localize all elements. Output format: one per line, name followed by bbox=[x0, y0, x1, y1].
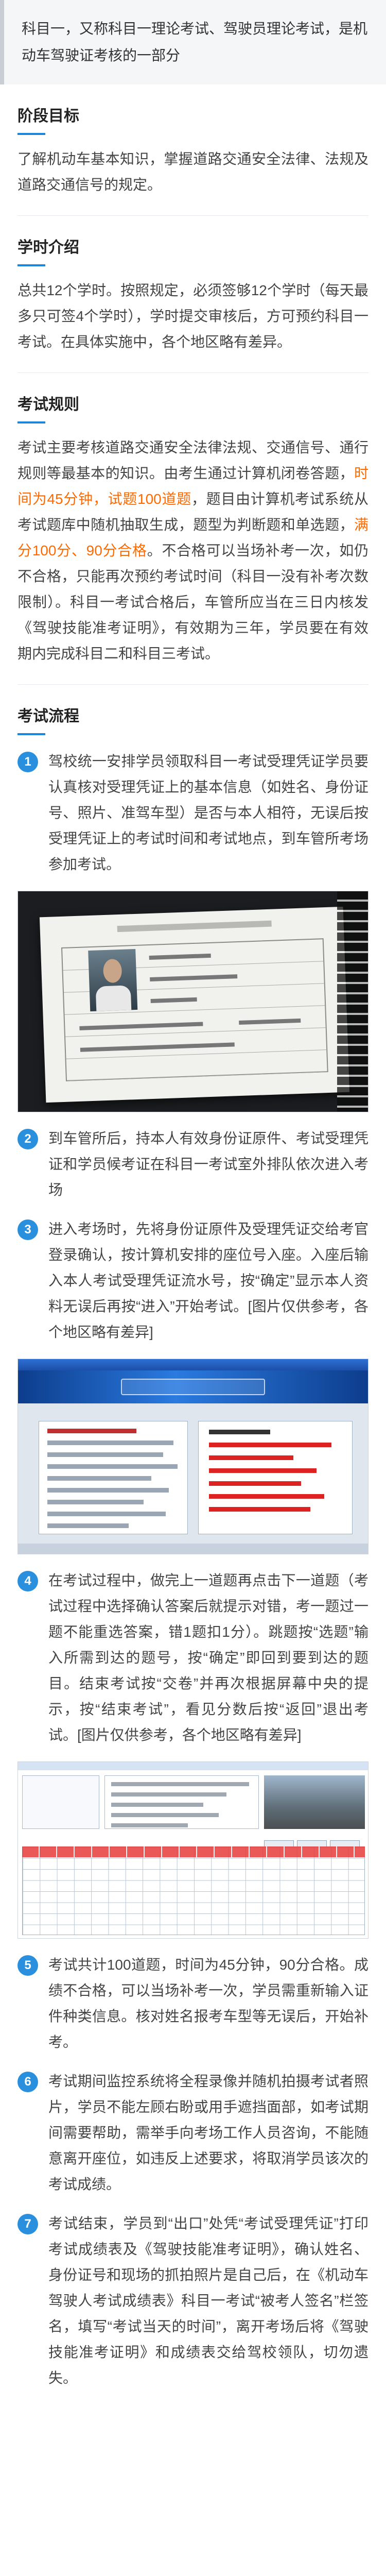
step-text: 在考试过程中，做完上一道题再点击下一道题（考试过程中选择确认答案后就提示对错，考… bbox=[48, 1572, 369, 1743]
section-title-flow: 考试流程 bbox=[17, 705, 369, 735]
examinee-info-panel bbox=[198, 1421, 353, 1534]
step-number-badge: 7 bbox=[17, 2214, 38, 2234]
step-text: 考试结束，学员到“出口”处凭“考试受理凭证”打印考试成绩表及《驾驶技能准考证明》… bbox=[48, 2215, 369, 2386]
section-text-goal: 了解机动车基本知识，掌握道路交通安全法律、法规及道路交通信号的规定。 bbox=[17, 151, 369, 193]
step-number-badge: 5 bbox=[17, 1955, 38, 1976]
applicant-photo bbox=[88, 948, 138, 1012]
section-title-hours: 学时介绍 bbox=[17, 236, 369, 266]
section-hours: 学时介绍 总共12个学时。按照规定，必须签够12个学时（每天最多只可签4个学时）… bbox=[0, 216, 386, 355]
section-goal: 阶段目标 了解机动车基本知识，掌握道路交通安全法律、法规及道路交通信号的规定。 bbox=[0, 84, 386, 198]
flow-step-5: 5 考试共计100道题，时间为45分钟，90分合格。成绩不合格，可以当场补考一次… bbox=[17, 1952, 369, 2055]
step-text: 进入考场时，先将身份证原件及受理凭证交给考官登录确认，按计算机安排的座位号入座。… bbox=[48, 1221, 369, 1340]
examinee-info-box bbox=[22, 1775, 99, 1829]
intro-quote: 科目一，又称科目一理论考试、驾驶员理论考试，是机动车驾驶证考核的一部分 bbox=[0, 0, 386, 84]
step-number-badge: 2 bbox=[17, 1129, 38, 1149]
step-number-badge: 4 bbox=[17, 1571, 38, 1591]
flow-step-4: 4 在考试过程中，做完上一道题再点击下一道题（考试过程中选择确认答案后就提示对错… bbox=[17, 1568, 369, 1748]
step-text: 考试共计100道题，时间为45分钟，90分合格。成绩不合格，可以当场补考一次，学… bbox=[48, 1957, 369, 2050]
step-text: 驾校统一安排学员领取科目一考试受理凭证学员要认真核对受理凭证上的基本信息（如姓名… bbox=[48, 753, 369, 872]
rules-text-part1: 考试主要考核道路交通安全法律法规、交通信号、通行规则等最基本的知识。由考生通过计… bbox=[17, 439, 369, 481]
exam-system-banner bbox=[18, 1370, 368, 1403]
exam-nav-buttons bbox=[264, 1832, 365, 1850]
flow-step-1: 1 驾校统一安排学员领取科目一考试受理凭证学员要认真核对受理凭证上的基本信息（如… bbox=[17, 749, 369, 877]
answer-grid bbox=[22, 1846, 365, 1935]
question-image bbox=[264, 1775, 365, 1829]
section-text-rules: 考试主要考核道路交通安全法律法规、交通信号、通行规则等最基本的知识。由考生通过计… bbox=[17, 435, 369, 667]
flow-step-6: 6 考试期间监控系统将全程录像并随机拍摄考试者照片，学员不能左顾右盼或用手遮挡面… bbox=[17, 2069, 369, 2197]
admission-ticket-photo bbox=[17, 891, 369, 1112]
question-area bbox=[104, 1775, 259, 1829]
ticket-paper bbox=[39, 906, 350, 1103]
section-title-goal: 阶段目标 bbox=[17, 105, 369, 135]
rules-text-part3: 。不合格可以当场补考一次，如仍不合格，只能再次预约考试时间（科目一没有补考次数限… bbox=[17, 543, 369, 662]
flow-step-2: 2 到车管所后，持本人有效身份证原件、考试受理凭证和学员候考证在科目一考试室外排… bbox=[17, 1126, 369, 1203]
section-flow: 考试流程 bbox=[0, 685, 386, 735]
section-text-hours: 总共12个学时。按照规定，必须签够12个学时（每天最多只可签4个学时），学时提交… bbox=[17, 282, 369, 350]
flow-step-3: 3 进入考场时，先将身份证原件及受理凭证交给考官登录确认，按计算机安排的座位号入… bbox=[17, 1216, 369, 1345]
step-text: 到车管所后，持本人有效身份证原件、考试受理凭证和学员候考证在科目一考试室外排队依… bbox=[48, 1130, 369, 1198]
step-number-badge: 3 bbox=[17, 1219, 38, 1240]
flow-steps: 1 驾校统一安排学员领取科目一考试受理凭证学员要认真核对受理凭证上的基本信息（如… bbox=[0, 749, 386, 2412]
exam-login-screenshot bbox=[17, 1359, 369, 1554]
step-text: 考试期间监控系统将全程录像并随机拍摄考试者照片，学员不能左顾右盼或用手遮挡面部，… bbox=[48, 2073, 369, 2192]
exam-answering-screenshot bbox=[17, 1761, 369, 1939]
step-number-badge: 6 bbox=[17, 2072, 38, 2092]
page: 科目一，又称科目一理论考试、驾驶员理论考试，是机动车驾驶证考核的一部分 阶段目标… bbox=[0, 0, 386, 2412]
section-title-rules: 考试规则 bbox=[17, 394, 369, 423]
flow-step-7: 7 考试结束，学员到“出口”处凭“考试受理凭证”打印考试成绩表及《驾驶技能准考证… bbox=[17, 2211, 369, 2391]
section-rules: 考试规则 考试主要考核道路交通安全法律法规、交通信号、通行规则等最基本的知识。由… bbox=[0, 373, 386, 667]
exam-rules-panel bbox=[39, 1421, 188, 1534]
step-number-badge: 1 bbox=[17, 752, 38, 772]
